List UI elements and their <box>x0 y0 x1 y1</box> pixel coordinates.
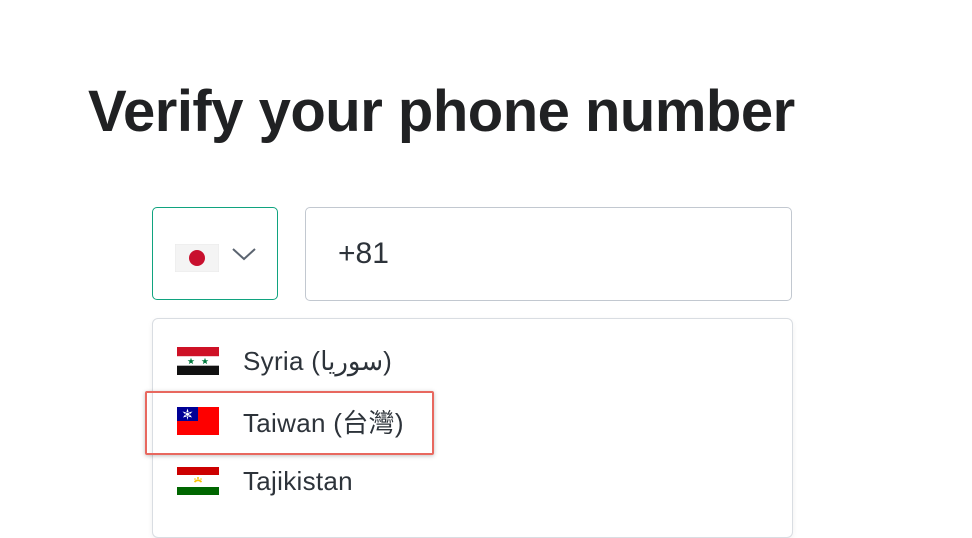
country-option-taiwan[interactable]: Taiwan (台灣) <box>153 391 792 451</box>
tajikistan-flag-icon <box>177 467 219 495</box>
country-code-select[interactable] <box>152 207 278 300</box>
country-option-tajikistan[interactable]: Tajikistan <box>153 451 792 511</box>
country-option-label: Syria (سوريا) <box>243 345 393 376</box>
japan-flag-icon <box>175 244 219 272</box>
country-option-label: Tajikistan <box>243 465 353 496</box>
country-option-label: Taiwan (台灣) <box>243 407 404 438</box>
country-option-syria[interactable]: Syria (سوريا) <box>153 331 792 391</box>
country-dropdown-list: Syria (سوريا) Taiwan (台灣) Tajikistan <box>152 318 793 538</box>
phone-number-input[interactable] <box>305 207 792 301</box>
chevron-down-icon <box>231 244 257 264</box>
syria-flag-icon <box>177 347 219 375</box>
taiwan-flag-icon <box>177 407 219 435</box>
page-title: Verify your phone number <box>88 79 795 144</box>
